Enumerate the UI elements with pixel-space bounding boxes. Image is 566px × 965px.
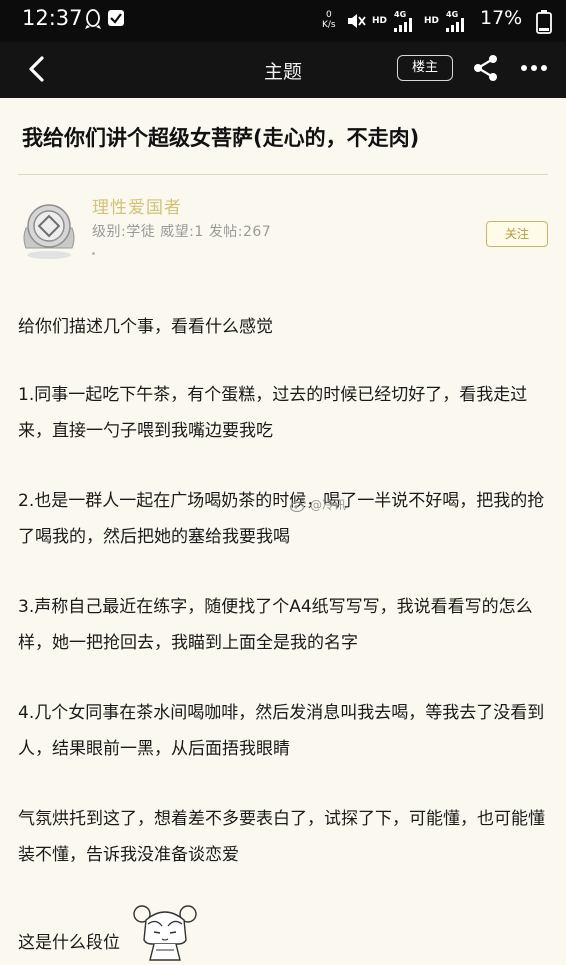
post-paragraph: 气氛烘托到这了，想着差不多要表白了，试探了下，可能懂，也可能懂装不懂，告诉我没准… <box>18 809 545 865</box>
post-title: 我给你们讲个超级女菩萨(走心的，不走肉) <box>22 126 420 150</box>
net-speed: 0 K/s <box>322 10 336 30</box>
follow-button[interactable]: 关注 <box>486 221 548 247</box>
post-paragraph: 2.也是一群人一起在广场喝奶茶的时候，喝了一半说不好喝，把我的抢了喝我的，然后把… <box>18 491 545 547</box>
battery-icon <box>536 10 552 34</box>
battery-percent: 17% <box>480 7 523 29</box>
hd-label-1: HD <box>372 16 388 26</box>
status-bar: 12:37 0 K/s HD 4G HD 4G 17% <box>0 0 566 42</box>
nav-bar: 主题 楼主 <box>0 42 566 98</box>
cartoon-girl-sticker <box>133 905 197 961</box>
divider <box>18 174 548 175</box>
watermark-text: @冷讯 <box>310 498 347 512</box>
decor-dot <box>92 252 95 255</box>
post-paragraph: 3.声称自己最近在练字，随便找了个A4纸写写写，我说看看写的怎么样，她一把抢回去… <box>18 597 533 653</box>
watermark: @冷讯 <box>289 496 347 513</box>
op-only-button[interactable]: 楼主 <box>397 55 453 81</box>
weibo-icon <box>289 499 306 513</box>
status-indicators: 0 K/s HD 4G HD 4G 17% <box>322 6 554 36</box>
author-name[interactable]: 理性爱国者 <box>92 193 182 218</box>
share-icon[interactable] <box>472 54 500 82</box>
post-paragraph: 4.几个女同事在茶水间喝咖啡，然后发消息叫我去喝，等我去了没看到人，结果眼前一黑… <box>18 703 545 759</box>
signal-icon <box>446 18 464 32</box>
signal-icon <box>394 18 412 32</box>
avatar[interactable] <box>18 198 80 260</box>
more-icon[interactable] <box>520 64 548 72</box>
check-icon <box>108 10 124 26</box>
post-paragraph: 给你们描述几个事，看看什么感觉 <box>18 317 273 337</box>
post-paragraph: 这是什么段位 <box>18 933 120 953</box>
hd-label-2: HD <box>424 16 440 26</box>
status-time: 12:37 <box>22 6 83 30</box>
author-meta: 级别:学徒 威望:1 发帖:267 <box>92 224 272 240</box>
post-paragraph: 1.同事一起吃下午茶，有个蛋糕，过去的时候已经切好了，看我走过来，直接一勺子喂到… <box>18 385 528 441</box>
mute-icon <box>348 14 366 28</box>
qq-icon <box>85 9 101 29</box>
